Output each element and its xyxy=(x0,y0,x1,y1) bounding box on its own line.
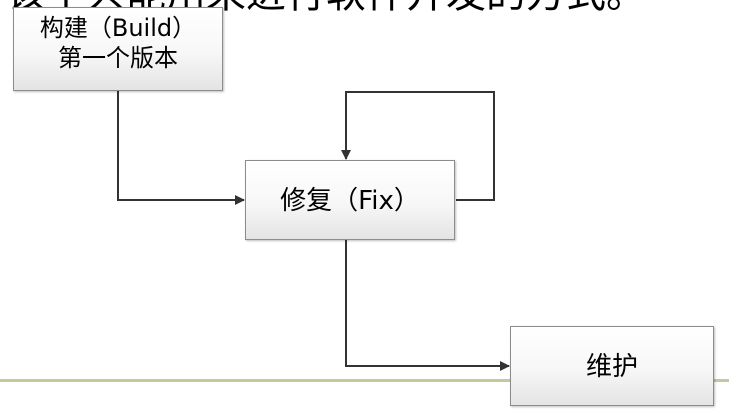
arrow-fix-to-maintain xyxy=(345,240,510,371)
fix-node: 修复（Fix） xyxy=(245,160,455,240)
maintain-node-label: 维护 xyxy=(585,352,638,382)
arrow-build-to-fix xyxy=(117,91,245,205)
build-node-title: 构建（Build） xyxy=(39,14,197,42)
build-node-subtitle: 第一个版本 xyxy=(58,44,178,72)
build-node: 构建（Build） 第一个版本 xyxy=(13,7,223,91)
maintain-node: 维护 xyxy=(510,326,714,406)
fix-node-label: 修复（Fix） xyxy=(280,186,420,216)
